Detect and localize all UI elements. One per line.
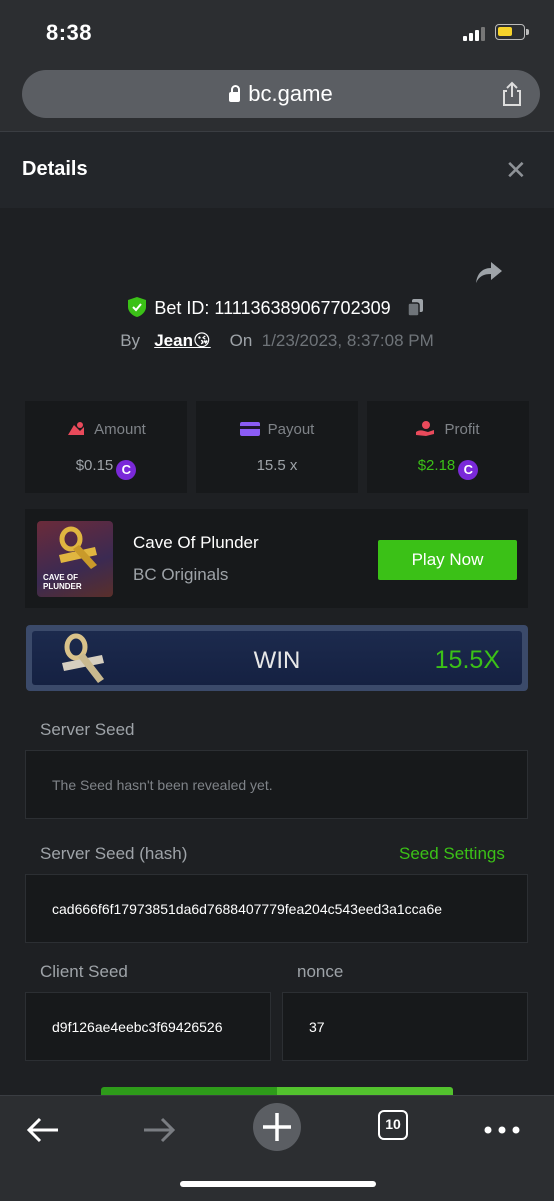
ankh-icon: [59, 526, 97, 569]
copy-icon[interactable]: [406, 298, 426, 318]
url-text: bc.game: [248, 81, 333, 106]
more-icon[interactable]: [482, 1110, 522, 1150]
status-time: 8:38: [46, 20, 93, 45]
bet-meta: By Jean😘 On 1/23/2023, 8:37:08 PM: [0, 331, 554, 351]
profit-label: Profit: [444, 421, 480, 438]
bcd-coin-icon: C: [458, 460, 479, 480]
client-seed-field[interactable]: d9f126ae4eebc3f69426526: [25, 992, 271, 1061]
client-seed-value: d9f126ae4eebc3f69426526: [52, 1019, 223, 1035]
by-label: By: [120, 331, 141, 350]
server-seed-label: Server Seed: [40, 720, 135, 739]
forward-share-icon[interactable]: [474, 258, 504, 286]
address-bar[interactable]: bc.game: [22, 70, 540, 118]
bet-date: 1/23/2023, 8:37:08 PM: [261, 331, 434, 350]
nonce-field[interactable]: 37: [282, 992, 528, 1061]
bet-id-label: Bet ID:: [154, 298, 210, 318]
nonce-label: nonce: [297, 962, 344, 981]
game-thumbnail[interactable]: CAVE OF PLUNDER: [37, 521, 113, 597]
username-link[interactable]: Jean😘: [154, 331, 210, 350]
result-multiplier: 15.5X: [434, 646, 500, 674]
tabs-count-icon[interactable]: 10: [378, 1110, 408, 1140]
game-provider: BC Originals: [133, 565, 229, 584]
profit-card: Profit $2.18 C: [367, 401, 529, 493]
server-hash-label: Server Seed (hash): [40, 844, 188, 863]
battery-icon: [495, 24, 529, 40]
amount-label: Amount: [94, 421, 146, 438]
result-banner: WIN 15.5X: [26, 625, 528, 691]
forward-arrow-icon[interactable]: [138, 1110, 178, 1150]
game-thumb-text: CAVE OF PLUNDER: [43, 573, 82, 591]
close-icon[interactable]: ✕: [505, 157, 527, 183]
new-tab-icon[interactable]: [252, 1102, 302, 1152]
verified-shield-icon: [128, 297, 147, 317]
seed-settings-link[interactable]: Seed Settings: [399, 844, 505, 864]
payout-label: Payout: [267, 421, 315, 438]
home-indicator[interactable]: [180, 1181, 376, 1187]
bet-id-line: Bet ID: 111136389067702309: [0, 297, 554, 319]
server-hash-value: cad666f6f17973851da6d7688407779fea204c54…: [52, 901, 443, 917]
nonce-value: 37: [309, 1019, 325, 1035]
page-title: Details: [22, 158, 88, 180]
details-header: Details ✕: [0, 131, 554, 208]
hand-coin-icon: [416, 421, 435, 436]
on-label: On: [229, 331, 253, 350]
browser-chrome: 8:38 bc.game: [0, 0, 554, 131]
bcd-coin-icon: C: [116, 460, 137, 480]
game-card: CAVE OF PLUNDER Cave Of Plunder BC Origi…: [25, 509, 528, 608]
play-now-button[interactable]: Play Now: [378, 540, 517, 580]
signal-icon: [463, 27, 491, 41]
payout-value: 15.5 x: [256, 457, 298, 474]
server-seed-value: The Seed hasn't been revealed yet.: [52, 777, 273, 793]
share-icon[interactable]: [498, 80, 526, 108]
server-seed-field: The Seed hasn't been revealed yet.: [25, 750, 528, 819]
server-hash-field[interactable]: cad666f6f17973851da6d7688407779fea204c54…: [25, 874, 528, 943]
amount-value: $0.15: [75, 457, 114, 474]
lock-icon: [229, 85, 241, 102]
coin-stack-icon: [68, 422, 85, 435]
amount-card: Amount $0.15 C: [25, 401, 187, 493]
game-name: Cave Of Plunder: [133, 533, 259, 552]
profit-value: $2.18: [417, 457, 456, 474]
bet-id: 111136389067702309: [214, 298, 391, 318]
payout-card: Payout 15.5 x: [196, 401, 358, 493]
back-arrow-icon[interactable]: [24, 1110, 64, 1150]
client-seed-label: Client Seed: [40, 962, 128, 981]
wallet-icon: [239, 422, 260, 436]
